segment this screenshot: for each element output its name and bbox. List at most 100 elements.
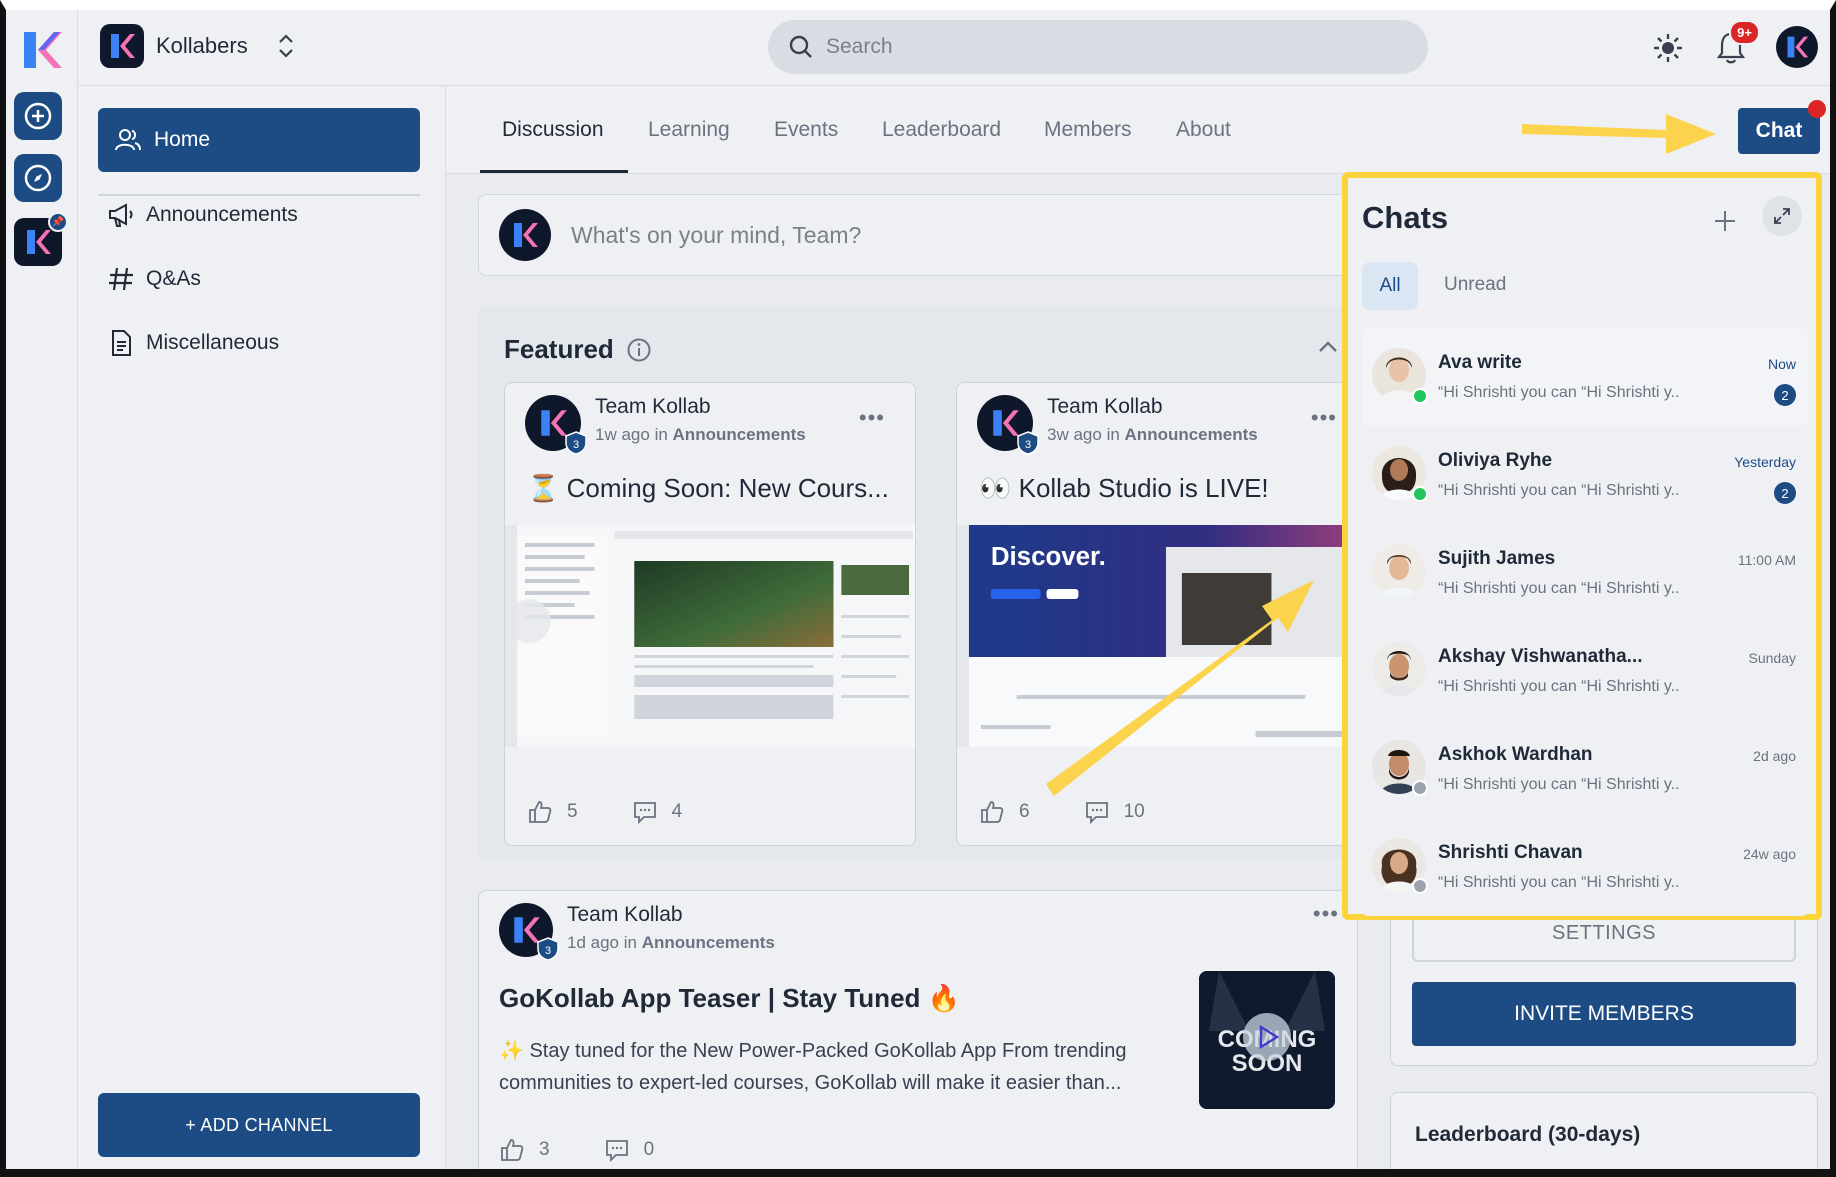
post-channel[interactable]: Announcements [1125, 425, 1258, 444]
tab-about[interactable]: About [1176, 118, 1231, 142]
card-reactions: 6 10 [979, 799, 1145, 825]
tab-learning[interactable]: Learning [648, 118, 730, 142]
sidebar-item-miscellaneous[interactable]: Miscellaneous [106, 328, 279, 358]
chat-unread-dot [1808, 100, 1826, 118]
thumbs-up-icon[interactable] [527, 799, 553, 825]
tab-events[interactable]: Events [774, 118, 838, 142]
contact-name: Ava write [1438, 352, 1522, 373]
like-count: 3 [539, 1139, 550, 1160]
chat-item[interactable]: Sujith James “Hi Shrishti you can “Hi Sh… [1362, 524, 1808, 622]
author-name[interactable]: Team Kollab [1047, 395, 1258, 419]
post-title[interactable]: GoKollab App Teaser | Stay Tuned 🔥 [499, 983, 960, 1014]
featured-section: Featured 3 Team Kollab 1w ago in Announc… [478, 306, 1368, 858]
community-logo-icon [100, 24, 144, 68]
chat-item[interactable]: Akshay Vishwanatha... “Hi Shrishti you c… [1362, 622, 1808, 720]
featured-card[interactable]: 3 Team Kollab 3w ago in Announcements ••… [956, 382, 1368, 846]
chat-item[interactable]: Askhok Wardhan “Hi Shrishti you can “Hi … [1362, 720, 1808, 818]
community-switcher[interactable]: Kollabers [100, 24, 296, 68]
author-avatar[interactable]: 3 [499, 903, 559, 961]
featured-card[interactable]: 3 Team Kollab 1w ago in Announcements ••… [504, 382, 916, 846]
like-count: 6 [1019, 801, 1030, 822]
rail-community-kollabers[interactable]: 📌 [14, 212, 68, 266]
thumbs-up-icon[interactable] [499, 1137, 525, 1163]
more-options-icon[interactable]: ••• [1313, 901, 1339, 927]
post-header: 3 Team Kollab 1d ago in Announcements [499, 903, 775, 961]
app-rail: 📌 [6, 10, 78, 1169]
invite-members-button[interactable]: INVITE MEMBERS [1412, 982, 1796, 1046]
post-time: 3w ago [1047, 425, 1102, 444]
comment-icon[interactable] [632, 799, 658, 825]
shield-badge-icon: 3 [565, 431, 587, 455]
tab-leaderboard[interactable]: Leaderboard [882, 118, 1001, 142]
sun-icon[interactable] [1652, 32, 1684, 64]
sidebar-item-qas[interactable]: Q&As [106, 264, 201, 294]
tab-members[interactable]: Members [1044, 118, 1132, 142]
feed-post[interactable]: 3 Team Kollab 1d ago in Announcements ••… [478, 890, 1358, 1169]
chevron-up-icon[interactable] [1316, 336, 1340, 360]
search-input[interactable] [826, 35, 1386, 59]
notification-count-badge: 9+ [1729, 20, 1760, 45]
create-community-button[interactable] [14, 92, 62, 140]
post-composer[interactable]: What's on your mind, Team? [478, 194, 1358, 276]
comment-icon[interactable] [604, 1137, 630, 1163]
post-meta-in: in [654, 425, 668, 444]
user-avatar[interactable] [1776, 26, 1818, 68]
contact-name: Askhok Wardhan [1438, 744, 1593, 765]
contact-name: Sujith James [1438, 548, 1556, 569]
svg-text:3: 3 [573, 439, 579, 451]
post-meta-in: in [623, 933, 637, 952]
thumbs-up-icon[interactable] [979, 799, 1005, 825]
kollab-logo-icon[interactable] [16, 26, 64, 74]
sidebar-item-label: Miscellaneous [146, 331, 280, 354]
chat-button[interactable]: Chat [1738, 108, 1820, 154]
video-thumbnail[interactable]: COMING SOON [1199, 971, 1335, 1109]
author-avatar[interactable]: 3 [525, 395, 587, 455]
author-name[interactable]: Team Kollab [595, 395, 806, 419]
document-icon [112, 330, 131, 356]
search-bar[interactable] [768, 20, 1428, 74]
contact-name: Oliviya Ryhe [1438, 450, 1553, 471]
top-bar: Kollabers 9+ [78, 10, 1830, 86]
comment-icon[interactable] [1084, 799, 1110, 825]
author-avatar[interactable]: 3 [977, 395, 1039, 455]
explore-button[interactable] [14, 154, 62, 202]
tab-discussion[interactable]: Discussion [502, 118, 604, 142]
plus-circle-icon [24, 102, 52, 130]
offline-status-dot [1412, 878, 1428, 894]
active-tab-indicator [480, 170, 628, 173]
chats-title: Chats [1362, 200, 1449, 235]
chat-item[interactable]: Oliviya Ryhe “Hi Shrishti you can “Hi Sh… [1362, 426, 1808, 524]
more-options-icon[interactable]: ••• [859, 405, 885, 431]
message-preview: “Hi Shrishti you can “Hi Shrishti y.. [1438, 874, 1680, 891]
more-options-icon[interactable]: ••• [1311, 405, 1337, 431]
chat-item[interactable]: Shrishti Chavan “Hi Shrishti you can “Hi… [1362, 818, 1808, 916]
sidebar-item-home[interactable]: Home [98, 108, 420, 172]
filter-unread[interactable]: Unread [1444, 274, 1506, 296]
app-frame: 📌 Kollabers 9+ Ho [0, 0, 1836, 1177]
megaphone-icon [109, 203, 133, 227]
expand-icon[interactable] [1762, 196, 1802, 236]
sidebar-item-announcements[interactable]: Announcements [106, 200, 298, 230]
community-name: Kollabers [156, 33, 248, 58]
author-name[interactable]: Team Kollab [567, 903, 775, 927]
post-time: 1w ago [595, 425, 650, 444]
composer-avatar [499, 209, 551, 261]
course-preview-image[interactable] [505, 525, 915, 747]
chat-item[interactable]: Ava write “Hi Shrishti you can “Hi Shris… [1362, 328, 1808, 426]
add-channel-button[interactable]: + ADD CHANNEL [98, 1093, 420, 1157]
message-preview: “Hi Shrishti you can “Hi Shrishti y.. [1438, 580, 1680, 597]
card-title[interactable]: ⏳ Coming Soon: New Cours... [527, 473, 889, 504]
post-channel[interactable]: Announcements [673, 425, 806, 444]
filter-all[interactable]: All [1362, 262, 1418, 310]
card-title[interactable]: 👀 Kollab Studio is LIVE! [979, 473, 1269, 504]
post-meta: 3w ago in Announcements [1047, 425, 1258, 445]
shield-badge-icon: 3 [537, 937, 559, 961]
featured-title: Featured [504, 334, 652, 365]
sidebar-item-label: Home [154, 128, 211, 151]
info-icon[interactable] [626, 337, 652, 363]
post-channel[interactable]: Announcements [642, 933, 775, 952]
new-chat-plus-icon[interactable] [1712, 208, 1738, 234]
post-reactions: 3 0 [499, 1137, 654, 1163]
studio-preview-image[interactable]: Discover. [957, 525, 1367, 747]
chevron-up-down-icon[interactable] [276, 31, 296, 61]
